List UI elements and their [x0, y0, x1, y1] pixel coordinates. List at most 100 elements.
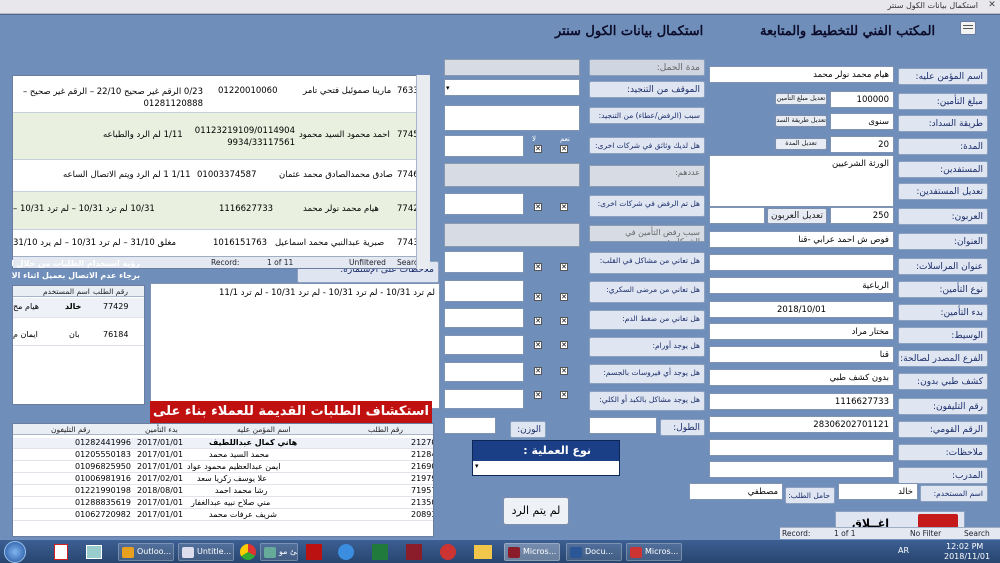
liver-field[interactable] — [444, 389, 524, 409]
edit-amount-button[interactable]: تعديل مبلغ التأمين — [775, 93, 827, 105]
not-answered-button[interactable]: لم يتم الرد — [503, 497, 569, 525]
col-header: رقم الطلب — [93, 287, 128, 296]
notes-field[interactable] — [709, 439, 894, 456]
table-row[interactable]: 76334 مارينا صموئيل فتحي تامر 0122001006… — [13, 76, 429, 113]
taskbar-outlook[interactable]: Outloo... — [118, 543, 174, 561]
table-row[interactable]: 21284 محمد السيد محمد 2017/01/01 0120555… — [13, 450, 433, 461]
issuing-branch-field[interactable]: قنا — [709, 346, 894, 363]
edit-deposit-button[interactable]: تعديل العربون — [767, 208, 827, 224]
table-row[interactable]: 21350 مني صلاح نبيه عبدالغفار 2017/01/01… — [13, 498, 433, 509]
diabetes-field[interactable] — [444, 280, 524, 302]
table-row[interactable]: 77433 صبرية عبدالنبي محمد اسماعيل 101615… — [13, 230, 429, 258]
language-indicator[interactable]: AR — [898, 546, 909, 555]
checkbox-no[interactable]: ✕ — [534, 391, 542, 399]
insured-name-field[interactable]: هيام محمد نولر محمد — [709, 66, 894, 83]
acrobat-icon[interactable] — [306, 544, 322, 560]
checkbox-no[interactable]: ✕ — [534, 341, 542, 349]
table-row[interactable]: 21979 علا يوسف زكريا سعد 2017/02/01 0100… — [13, 474, 433, 485]
table-row[interactable]: 71957 رشا محمد احمد 2018/08/01 012219901… — [13, 486, 433, 497]
filter-status[interactable]: No Filter — [910, 529, 941, 538]
rejection-reason-field[interactable] — [444, 105, 580, 131]
request-holder-field[interactable]: مصطفي — [689, 483, 783, 500]
medical-exam-field[interactable]: بدون كشف طبي — [709, 369, 894, 386]
cell: 76184 — [103, 330, 129, 339]
insurance-type-field[interactable]: الرباعية — [709, 277, 894, 294]
record-position[interactable]: 1 of 1 — [834, 529, 856, 538]
checkbox-yes[interactable]: ✕ — [560, 203, 568, 211]
start-button[interactable] — [4, 541, 26, 563]
checkbox-yes[interactable]: ✕ — [560, 391, 568, 399]
tumors-field[interactable] — [444, 335, 524, 355]
national-id-field[interactable]: 28306202701121 — [709, 416, 894, 433]
start-date-field[interactable]: 2018/10/01 — [709, 301, 894, 318]
checkbox-no[interactable]: ✕ — [534, 367, 542, 375]
checkbox-yes[interactable]: ✕ — [560, 293, 568, 301]
table-row[interactable]: 77429 خالد هيام مح — [13, 298, 144, 318]
checkbox-yes[interactable]: ✕ — [560, 341, 568, 349]
checkbox-yes[interactable]: ✕ — [560, 317, 568, 325]
checkbox-no[interactable]: ✕ — [534, 293, 542, 301]
insurance-amount-field[interactable]: 100000 — [830, 91, 894, 108]
taskbar-item[interactable]: انشئ مو... — [260, 543, 298, 561]
table-row[interactable]: 76184 بان ايمان م — [13, 326, 144, 346]
table-row[interactable]: 77461 صادق محمدالصادق محمد عثمان 0100337… — [13, 160, 429, 192]
stage-dropdown[interactable]: ▾ — [444, 79, 580, 96]
ie-icon[interactable] — [338, 544, 354, 560]
chevron-down-icon[interactable]: ▾ — [446, 82, 450, 94]
rejected-other-field[interactable] — [444, 193, 524, 215]
weight-field[interactable] — [444, 417, 496, 434]
phone-field[interactable]: 1116627733 — [709, 393, 894, 410]
checkbox-yes[interactable]: ✕ — [560, 367, 568, 375]
network-icon[interactable] — [86, 545, 102, 559]
folder-icon[interactable] — [474, 545, 492, 559]
beneficiaries-field[interactable]: الورثة الشرعيين — [709, 155, 894, 207]
continuation-notes-field[interactable]: لم ترد 10/31 - لم ترد 10/31 - لم ترد 10/… — [150, 283, 440, 409]
taskbar-document[interactable]: Docu... — [566, 543, 622, 561]
checkbox-yes[interactable]: ✕ — [560, 263, 568, 271]
chevron-down-icon[interactable]: ▾ — [475, 462, 479, 470]
pregnancy-field[interactable] — [444, 59, 580, 76]
clock-time[interactable]: 12:02 PM — [946, 542, 983, 551]
scrollbar[interactable] — [416, 75, 430, 269]
user-name-field[interactable]: خالد — [838, 483, 918, 500]
checkbox-no[interactable]: ✕ — [534, 203, 542, 211]
taskbar-untitled[interactable]: Untitle... — [178, 543, 234, 561]
checkbox-no[interactable]: ✕ — [534, 145, 542, 153]
taskbar-microsoft[interactable]: Micros... — [626, 543, 682, 561]
access-icon[interactable] — [406, 544, 422, 560]
checkbox-yes[interactable]: ✕ — [560, 145, 568, 153]
deposit-field[interactable]: 250 — [830, 207, 894, 224]
filter-status[interactable]: Unfiltered — [349, 258, 386, 267]
correspondence-address-field[interactable] — [709, 254, 894, 271]
clock-date[interactable]: 2018/11/01 — [944, 552, 990, 561]
checkbox-no[interactable]: ✕ — [534, 263, 542, 271]
other-companies-field[interactable] — [444, 135, 524, 157]
excel-icon[interactable] — [372, 544, 388, 560]
duration-field[interactable]: 20 — [830, 136, 894, 153]
viruses-field[interactable] — [444, 362, 524, 382]
heart-field[interactable] — [444, 251, 524, 273]
table-row[interactable]: 77458 احمد محمود السيد محمود 01123219109… — [13, 113, 429, 160]
checkbox-no[interactable]: ✕ — [534, 317, 542, 325]
address-field[interactable]: فوص ش احمد عرابي -قنا — [709, 231, 894, 248]
edit-payment-button[interactable]: تعديل طريقة السداد — [775, 115, 827, 127]
close-icon[interactable]: ✕ — [984, 0, 1000, 14]
search-box[interactable]: Search — [964, 529, 990, 538]
table-row[interactable]: 21270 هاني كمال عبداللطيف 2017/01/01 012… — [13, 438, 433, 449]
notes-field-2[interactable] — [709, 461, 894, 478]
intermediary-field[interactable]: مختار مراد — [709, 323, 894, 340]
height-field[interactable] — [589, 417, 657, 434]
pdf-icon[interactable] — [54, 544, 68, 560]
pdf-app-icon[interactable] — [440, 544, 456, 560]
record-position[interactable]: 1 of 11 — [267, 258, 293, 267]
table-row[interactable]: 21690 ايمن عبدالعظيم محمود عواد 2017/01/… — [13, 462, 433, 473]
table-row[interactable]: 77429 هيام محمد نولر محمد 1116627733 10/… — [13, 192, 429, 230]
taskbar-access[interactable]: Micros... — [504, 543, 560, 561]
operation-type-select[interactable]: ▾ — [473, 461, 619, 475]
deposit-extra-field[interactable] — [709, 207, 765, 224]
payment-method-field[interactable]: سنوى — [830, 113, 894, 130]
pressure-field[interactable] — [444, 308, 524, 328]
chrome-icon[interactable] — [240, 544, 256, 560]
edit-duration-button[interactable]: تعديل المدة — [775, 138, 827, 150]
table-row[interactable]: 20893 شريف عرفات محمد 2017/01/01 0106272… — [13, 510, 433, 521]
